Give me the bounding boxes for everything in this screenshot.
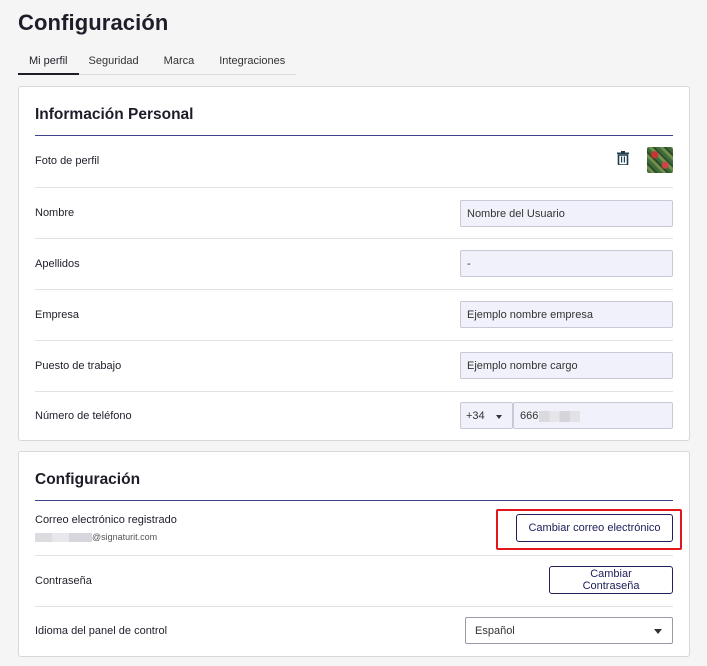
company-label: Empresa [35,309,80,321]
job-title-label: Puesto de trabajo [35,360,122,372]
email-value: @signaturit.com [35,532,158,543]
phone-row: Número de teléfono +34 666 [35,392,673,440]
email-row: Correo electrónico registrado @signaturi… [35,502,682,556]
last-name-label: Apellidos [35,258,80,270]
first-name-input[interactable] [460,200,673,227]
language-label: Idioma del panel de control [35,625,168,637]
job-title-input[interactable] [460,352,673,379]
tab-marca[interactable]: Marca [152,48,208,75]
email-label: Correo electrónico registrado [35,514,177,526]
language-select[interactable]: Español [465,617,673,644]
profile-photo-row: Foto de perfil [35,137,673,188]
settings-title: Configuración [35,471,141,488]
phone-number-input[interactable]: 666 [513,402,673,429]
tab-mi-perfil[interactable]: Mi perfil [18,48,79,75]
tab-seguridad[interactable]: Seguridad [79,48,152,75]
avatar[interactable] [647,147,673,173]
phone-number-value: 666 [520,410,539,422]
company-row: Empresa [35,290,673,341]
trash-icon[interactable] [617,151,629,165]
page-title: Configuración [18,10,169,35]
personal-info-title: Información Personal [35,106,194,123]
phone-label: Número de teléfono [35,410,132,422]
last-name-row: Apellidos [35,239,673,290]
password-label: Contraseña [35,575,92,587]
password-row: Contraseña Cambiar Contraseña [35,556,673,607]
personal-info-card: Información Personal Foto de perfil Nomb… [18,86,690,441]
change-password-button[interactable]: Cambiar Contraseña [549,566,673,594]
email-domain: @signaturit.com [92,532,158,542]
language-value: Español [475,625,515,637]
title-divider [35,135,673,136]
chevron-down-icon [654,629,662,634]
language-row: Idioma del panel de control Español [35,607,673,657]
settings-card: Configuración Correo electrónico registr… [18,451,690,657]
chevron-down-icon [496,415,502,419]
tab-bar: Mi perfil Seguridad Marca Integraciones [18,48,297,75]
first-name-row: Nombre [35,188,673,239]
redacted-block [539,410,581,422]
tab-integraciones[interactable]: Integraciones [207,48,296,75]
phone-prefix-value: +34 [466,410,485,422]
redacted-block [35,533,92,543]
phone-prefix-select[interactable]: +34 [460,402,513,429]
first-name-label: Nombre [35,207,75,219]
profile-photo-label: Foto de perfil [35,155,100,167]
title-divider [35,500,673,501]
change-email-button[interactable]: Cambiar correo electrónico [516,514,673,542]
last-name-input[interactable] [460,250,673,277]
job-title-row: Puesto de trabajo [35,341,673,392]
company-input[interactable] [460,301,673,328]
